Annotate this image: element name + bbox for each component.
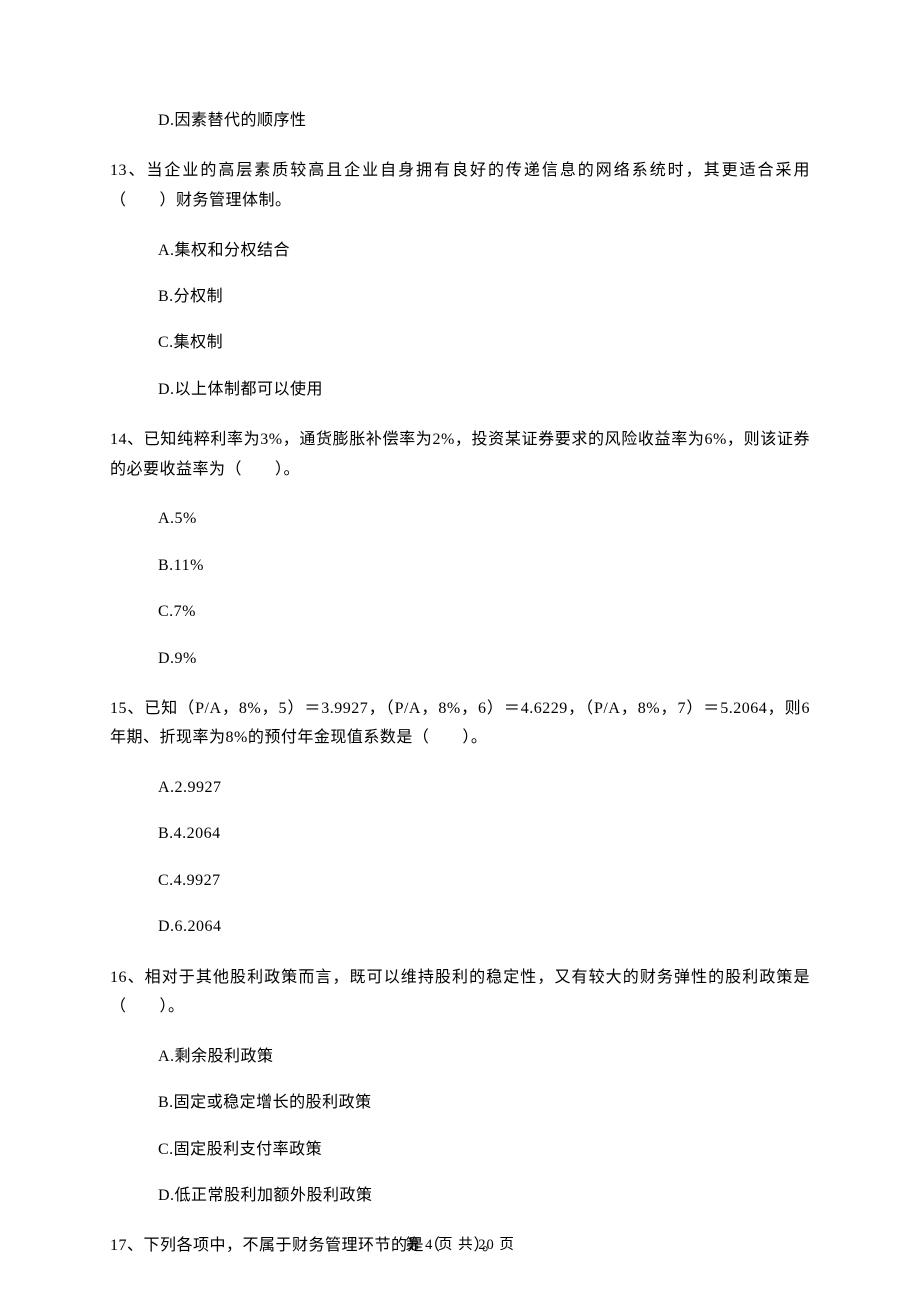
q13-options: A.集权和分权结合 B.分权制 C.集权制 D.以上体制都可以使用 [110,240,810,402]
q16-option-d: D.低正常股利加额外股利政策 [110,1185,810,1207]
q16-options: A.剩余股利政策 B.固定或稳定增长的股利政策 C.固定股利支付率政策 D.低正… [110,1046,810,1208]
q14-stem: 14、已知纯粹利率为3%，通货膨胀补偿率为2%，投资某证券要求的风险收益率为6%… [110,425,810,484]
q15-options: A.2.9927 B.4.2064 C.4.9927 D.6.2064 [110,777,810,939]
q16-stem: 16、相对于其他股利政策而言，既可以维持股利的稳定性，又有较大的财务弹性的股利政… [110,963,810,1022]
q15-option-d: D.6.2064 [110,916,810,938]
q15-stem: 15、已知（P/A，8%，5）＝3.9927，（P/A，8%，6）＝4.6229… [110,694,810,753]
q13-option-c: C.集权制 [110,332,810,354]
q12-option-d: D.因素替代的顺序性 [110,110,810,132]
q14-options: A.5% B.11% C.7% D.9% [110,508,810,670]
q13-option-d: D.以上体制都可以使用 [110,379,810,401]
q15-option-c: C.4.9927 [110,870,810,892]
q13-option-b: B.分权制 [110,286,810,308]
q13-stem: 13、当企业的高层素质较高且企业自身拥有良好的传递信息的网络系统时，其更适合采用… [110,156,810,215]
page-footer: 第 4 页 共 20 页 [0,1233,920,1254]
page: D.因素替代的顺序性 13、当企业的高层素质较高且企业自身拥有良好的传递信息的网… [0,0,920,1302]
q16-option-b: B.固定或稳定增长的股利政策 [110,1092,810,1114]
q15-option-a: A.2.9927 [110,777,810,799]
q14-option-a: A.5% [110,508,810,530]
q14-option-d: D.9% [110,648,810,670]
q14-option-c: C.7% [110,601,810,623]
q15-option-b: B.4.2064 [110,823,810,845]
q13-option-a: A.集权和分权结合 [110,240,810,262]
q16-option-a: A.剩余股利政策 [110,1046,810,1068]
q14-option-b: B.11% [110,555,810,577]
q16-option-c: C.固定股利支付率政策 [110,1139,810,1161]
